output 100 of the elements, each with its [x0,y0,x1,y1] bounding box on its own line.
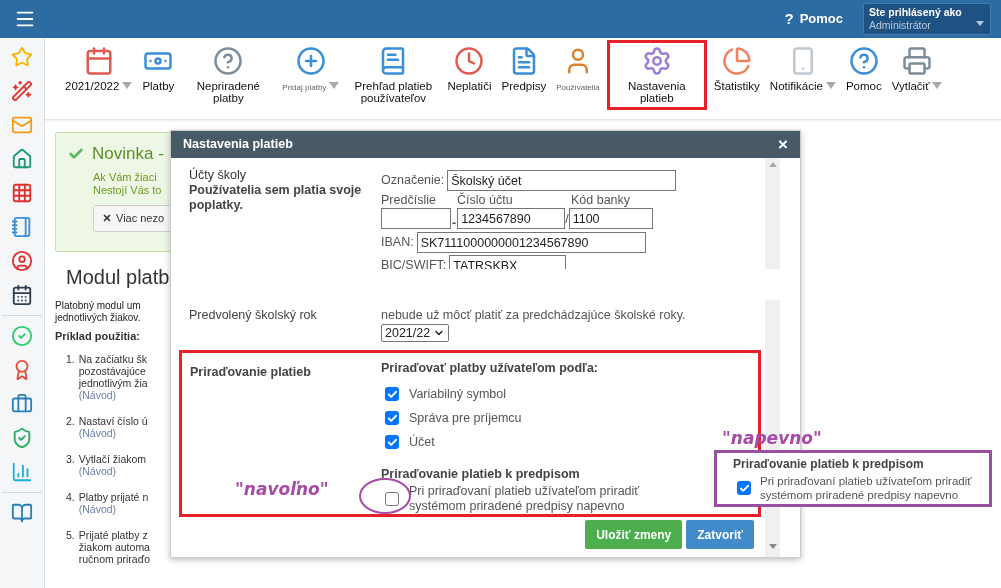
toolbar-button[interactable]: Platby [139,46,178,110]
toolbar-button[interactable]: Neplatiči [444,46,495,110]
help-icon[interactable]: ? [784,7,794,31]
option-label: Účet [409,434,435,450]
step-text: Na začiatku šk [78,352,148,365]
toolbar-button[interactable]: Pridaj platby [279,46,343,110]
help-link[interactable]: Pomoc [799,9,843,29]
pie-chart-icon [721,46,752,76]
caret-icon [976,21,984,26]
callout-heading: Priraďovanie platieb k predpisom [733,456,925,473]
step-text: Prijaté platby z [78,528,149,541]
toolbar-label: Používatelia [556,82,600,94]
notice-title: Novinka - [92,143,164,165]
checkbox[interactable] [385,387,399,402]
checkbox[interactable] [737,481,751,495]
account-number-field[interactable]: 1234567890 [457,208,566,229]
toolbar-label: Predpisy [501,80,547,92]
guide-link[interactable]: (Návod) [78,426,148,439]
field-label: Kód banky [571,193,631,208]
login-dropdown[interactable]: Ste prihlásený ako Administrátor [863,3,991,35]
toolbar-label: Pomoc [845,80,882,92]
step-number: 4. [66,490,75,505]
calendar-icon[interactable] [11,284,33,306]
scroll-down-icon[interactable] [768,544,777,549]
step-number: 3. [66,452,75,467]
bank-code-field[interactable]: 1100 [568,208,653,229]
section-title: Priraďovanie platieb [190,365,311,379]
step-number: 2. [66,414,75,429]
toolbar-button[interactable]: Notifikácie [766,46,839,110]
school-year-select[interactable]: 2021/22 [381,324,449,342]
toolbar-button[interactable]: Prehľad platieb používateľov [346,46,441,110]
briefcase-icon[interactable] [11,393,33,415]
section-description: Používatelia sem platia svoje poplatky. [189,183,363,213]
field-label: Predčíslie [381,193,437,208]
magic-wand-icon[interactable] [11,80,33,102]
toolbar-label: Notifikácie [769,80,823,92]
toolbar-button[interactable]: 2021/2022 [62,46,136,110]
bic-field[interactable]: TATRSKBX [449,255,567,269]
toolbar-label: Štatistiky [713,80,760,92]
step-text: Vytlačí žiakom [78,452,147,465]
login-user: Administrátor [869,19,931,32]
toolbar-button[interactable]: Štatistiky [710,46,763,110]
bar-chart-icon[interactable] [11,461,33,483]
person-icon[interactable] [11,250,33,272]
option-label: Variabilný symbol [409,386,507,402]
star-icon[interactable] [11,46,33,68]
home-icon[interactable] [11,148,33,170]
example-heading: Príklad použitia: [55,329,141,344]
prefix-field[interactable] [381,208,451,229]
intro-text: Platobný modul um [55,300,142,312]
notebook-icon[interactable] [11,216,33,238]
scroll-up-icon[interactable] [768,162,777,167]
toolbar-label: Neplatiči [447,80,492,92]
toolbar-label: Vytlačiť [891,80,930,92]
annotation-text: "navoľno" [235,478,329,501]
toolbar-button[interactable]: Pomoc [842,46,885,110]
section-title: Účty školy [189,168,247,183]
guide-link[interactable]: (Návod) [78,388,148,401]
checkbox[interactable] [385,411,399,426]
notice-text: Ak Vám žiaci [93,170,158,184]
toolbar-button[interactable]: Používatelia [553,46,603,110]
field-label: Číslo účtu [457,193,514,208]
step-number: 5. [66,528,75,543]
iban-field[interactable]: SK7111000000001234567890 [416,232,646,253]
step-text: pozostávajúce [78,364,147,377]
scrollbar[interactable] [765,158,780,269]
toolbar-label: Nepriradené platby [195,80,261,104]
checkbox[interactable] [385,491,399,506]
close-button[interactable]: × [778,136,788,153]
option-label: Správa pre príjemcu [409,410,522,426]
dash-separator: - [451,217,458,229]
toolbar-button[interactable]: Vytlačiť [888,46,946,110]
designation-field[interactable]: Školský účet [447,170,677,191]
guide-link[interactable]: (Návod) [78,502,149,515]
toolbar-button[interactable]: Nastavenia platieb [606,40,707,110]
field-label: BIC/SWIFT: [381,257,447,269]
calendar-icon [83,46,114,76]
shield-icon[interactable] [11,427,33,449]
option-heading: Priraďovanie platieb k predpisom [381,466,581,482]
close-button[interactable]: Zatvoriť [686,520,754,549]
checkbox[interactable] [385,435,399,450]
step-text: Platby prijaté n [78,490,149,503]
toolbar-button[interactable]: Nepriradené platby [181,46,276,110]
close-icon [102,213,112,223]
page-title: Modul platb [66,265,170,290]
option-label: Pri priraďovaní platieb užívateľom priradiť systémom priradené predpisy napevno [760,474,973,502]
step-text: jednotlivým žia [78,376,148,389]
guide-link[interactable]: (Návod) [78,464,147,477]
book-icon[interactable] [11,502,33,524]
mail-icon[interactable] [11,114,33,136]
slash-separator: / [565,211,569,228]
dismiss-button[interactable]: Viac nezo [93,204,170,232]
calendar-grid-icon[interactable] [11,182,33,204]
toolbar-label: Nastavenia platieb [627,80,687,104]
check-circle-icon[interactable] [11,325,33,347]
toolbar-label: Platby [142,80,175,92]
printer-icon [902,46,933,76]
toolbar-button[interactable]: Predpisy [498,46,550,110]
toolbar-label: 2021/2022 [65,80,120,92]
section-description: nebude už môcť platiť za predchádzajúce školské roky. [381,308,686,323]
